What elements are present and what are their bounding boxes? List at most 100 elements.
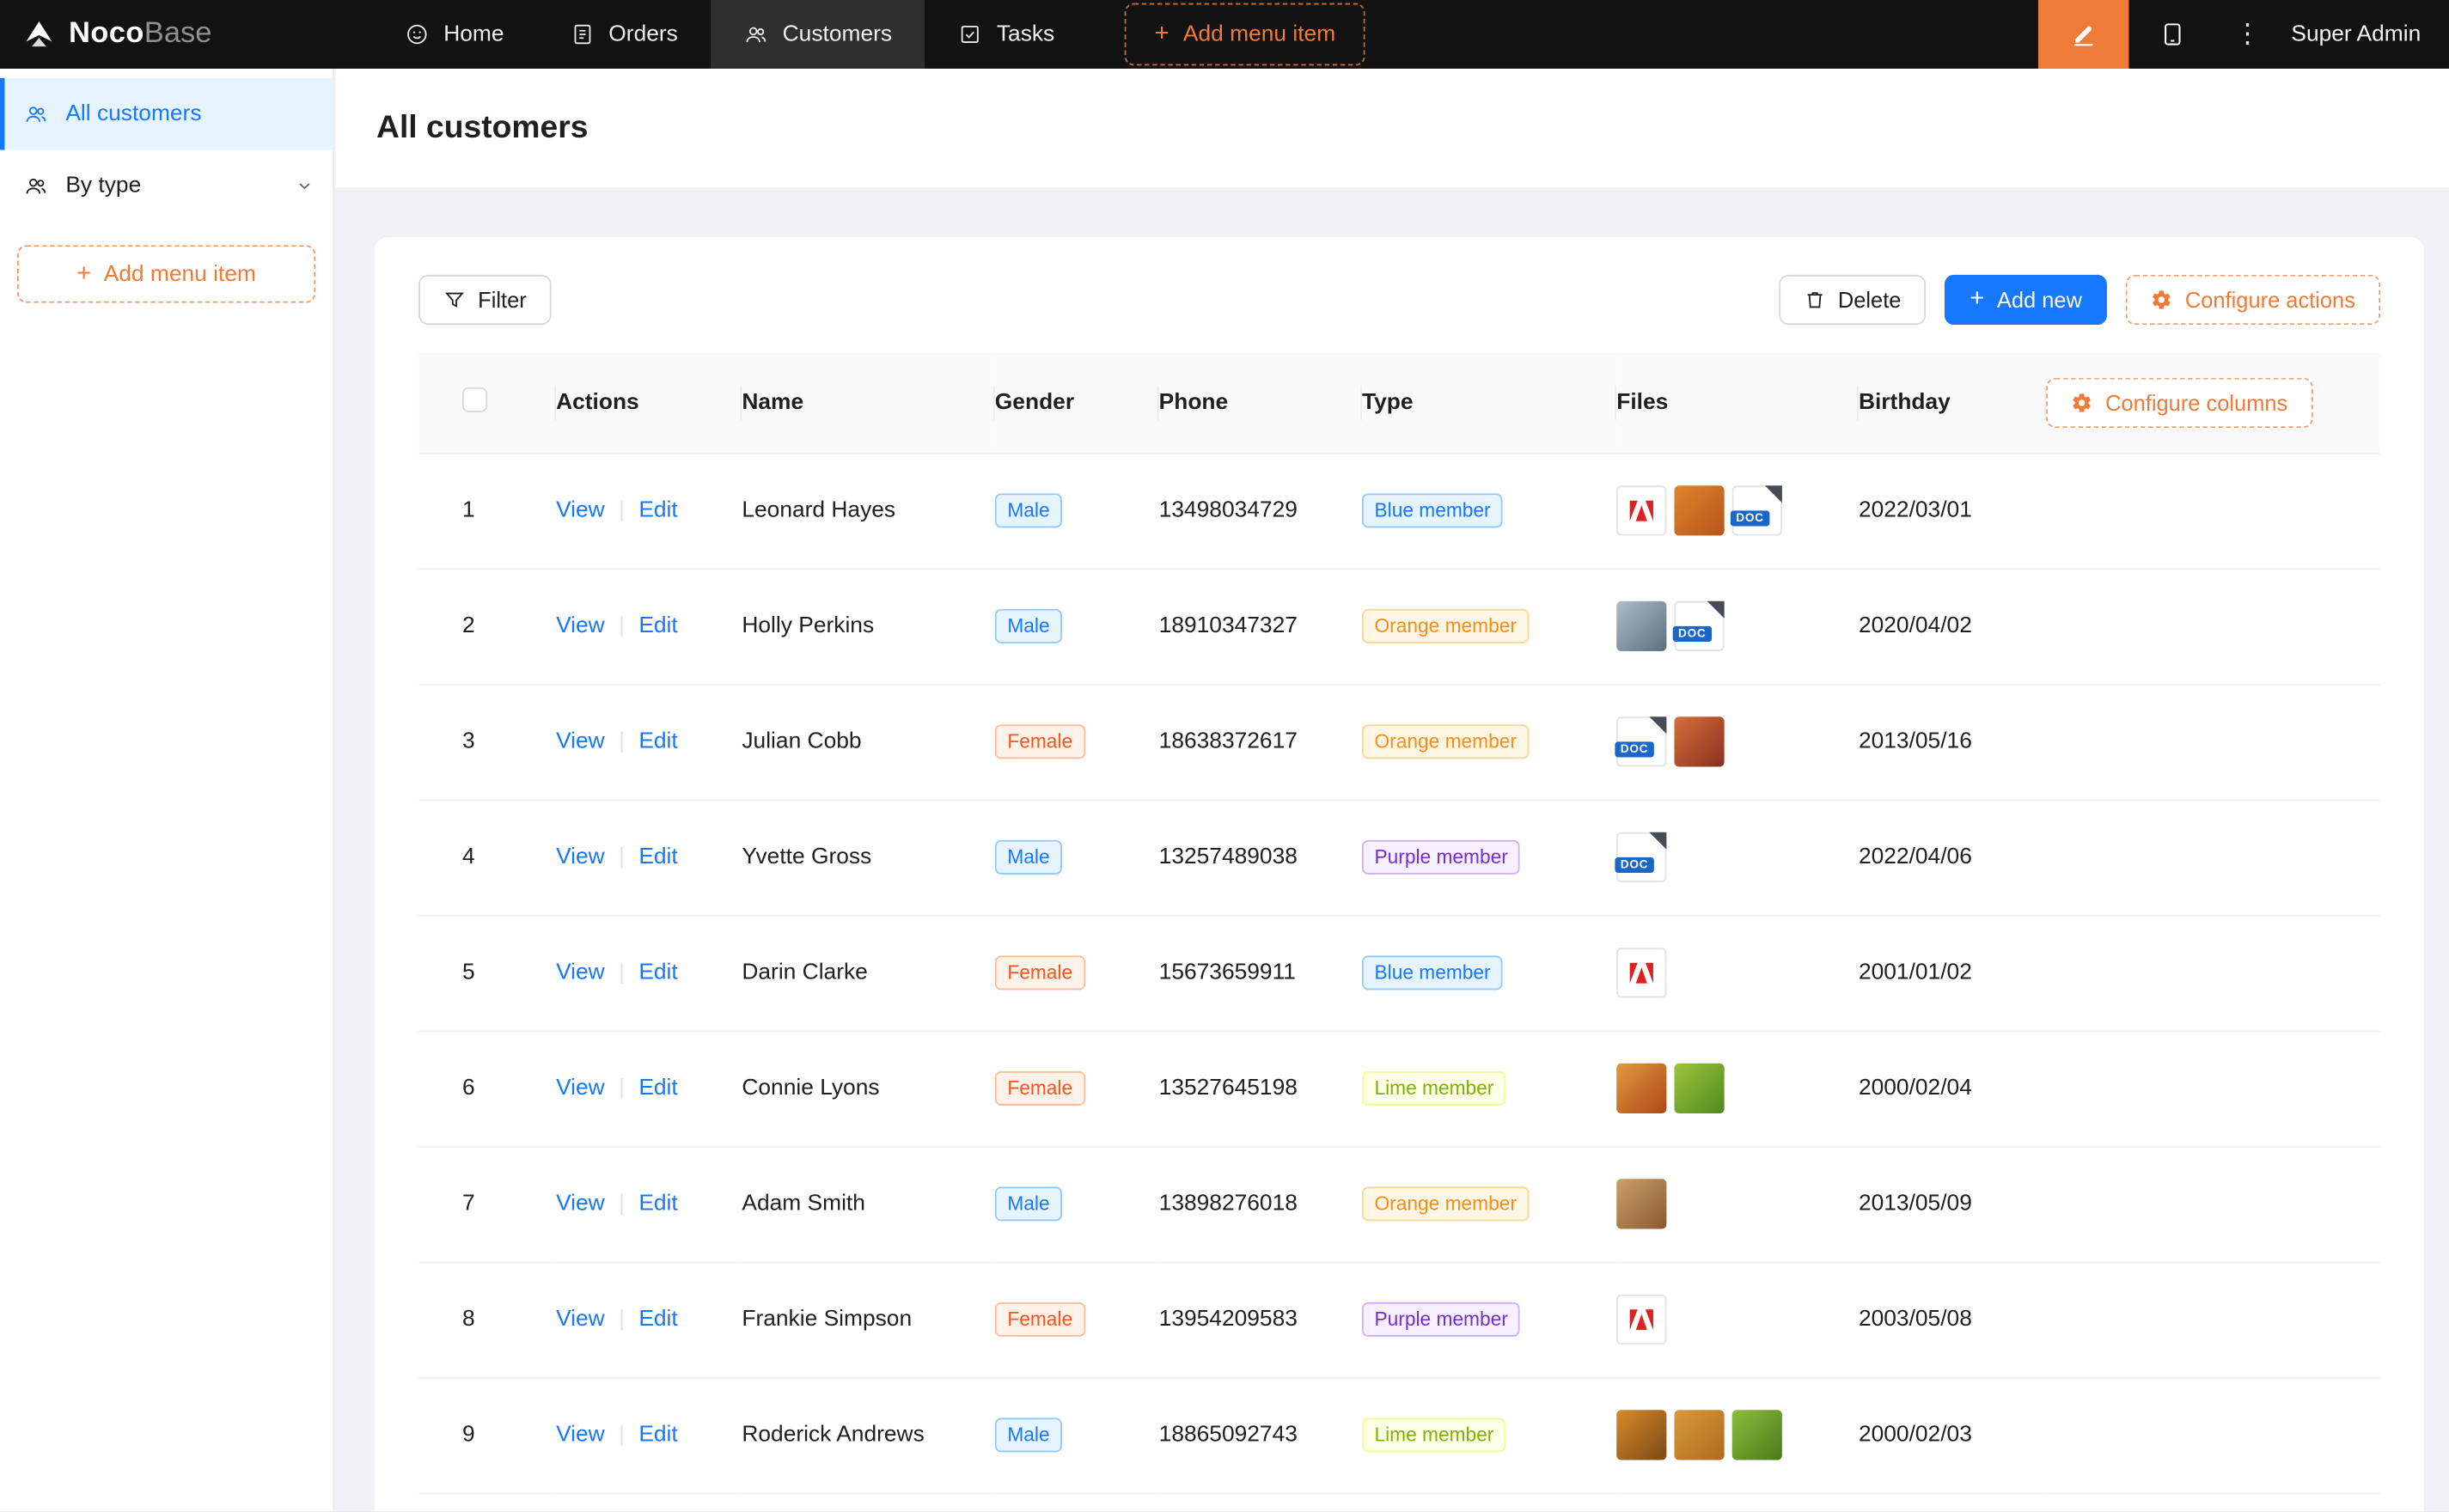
birthday-value: 2003/05/08 bbox=[1859, 1307, 1972, 1332]
edit-link[interactable]: Edit bbox=[638, 498, 677, 523]
member-type-tag: Purple member bbox=[1362, 1302, 1520, 1337]
image-thumbnail[interactable] bbox=[1732, 1410, 1782, 1460]
gender-tag: Female bbox=[995, 724, 1085, 759]
add-new-button[interactable]: + Add new bbox=[1945, 275, 2107, 325]
files-cell: DOC bbox=[1616, 485, 1846, 535]
doc-file-icon[interactable]: DOC bbox=[1616, 832, 1666, 882]
action-separator: | bbox=[619, 1423, 625, 1448]
birthday-value: 2020/04/02 bbox=[1859, 613, 1972, 638]
action-separator: | bbox=[619, 613, 625, 638]
delete-button[interactable]: Delete bbox=[1779, 275, 1927, 325]
pdf-file-icon[interactable] bbox=[1616, 485, 1666, 535]
edit-link[interactable]: Edit bbox=[638, 844, 677, 869]
customer-name: Connie Lyons bbox=[742, 1076, 879, 1100]
pdf-file-icon[interactable] bbox=[1616, 948, 1666, 997]
view-link[interactable]: View bbox=[556, 498, 605, 523]
doc-file-icon[interactable]: DOC bbox=[1674, 601, 1724, 651]
member-type-tag: Blue member bbox=[1362, 493, 1503, 527]
page-title: All customers bbox=[376, 109, 588, 147]
ui-editor-button[interactable] bbox=[2038, 0, 2128, 69]
nav-item-orders[interactable]: Orders bbox=[537, 0, 711, 69]
view-link[interactable]: View bbox=[556, 844, 605, 869]
gear-icon bbox=[2151, 289, 2172, 310]
mobile-view-button[interactable] bbox=[2128, 0, 2216, 69]
trash-icon bbox=[1804, 289, 1825, 310]
plus-icon: + bbox=[1155, 21, 1170, 46]
files-cell: DOC bbox=[1616, 832, 1846, 882]
customer-name: Frankie Simpson bbox=[742, 1307, 912, 1332]
configure-actions-button[interactable]: Configure actions bbox=[2126, 275, 2380, 325]
image-thumbnail[interactable] bbox=[1674, 485, 1724, 535]
doc-file-icon[interactable]: DOC bbox=[1616, 716, 1666, 766]
column-header-type: Type bbox=[1362, 353, 1616, 453]
edit-link[interactable]: Edit bbox=[638, 1076, 677, 1100]
member-type-tag: Blue member bbox=[1362, 955, 1503, 990]
current-user[interactable]: Super Admin bbox=[2279, 21, 2449, 46]
image-thumbnail[interactable] bbox=[1616, 601, 1666, 651]
view-link[interactable]: View bbox=[556, 1192, 605, 1216]
nav-item-tasks[interactable]: Tasks bbox=[925, 0, 1087, 69]
birthday-value: 2001/01/02 bbox=[1859, 960, 1972, 985]
customers-group-icon bbox=[23, 174, 48, 198]
image-thumbnail[interactable] bbox=[1616, 1179, 1666, 1228]
image-thumbnail[interactable] bbox=[1616, 1410, 1666, 1460]
edit-link[interactable]: Edit bbox=[638, 1423, 677, 1448]
sidebar-item-all-customers[interactable]: All customers bbox=[0, 78, 333, 150]
phone-number: 13498034729 bbox=[1159, 498, 1298, 523]
phone-number: 13527645198 bbox=[1159, 1076, 1298, 1100]
doc-file-icon[interactable]: DOC bbox=[1732, 485, 1782, 535]
pen-icon bbox=[2069, 21, 2098, 49]
gear-icon bbox=[2071, 392, 2092, 413]
nav-item-home[interactable]: Home bbox=[372, 0, 537, 69]
table-body: 1 View|Edit Leonard Hayes Male 134980347… bbox=[418, 453, 2380, 1493]
phone-number: 13954209583 bbox=[1159, 1307, 1298, 1332]
action-separator: | bbox=[619, 1076, 625, 1100]
nav-item-label: Orders bbox=[608, 21, 678, 46]
nav-add-menu-item-button[interactable]: + Add menu item bbox=[1125, 3, 1365, 66]
top-navbar: NocoBase Home Orders Customers Tasks + A… bbox=[0, 0, 2449, 69]
row-index: 9 bbox=[462, 1423, 475, 1448]
sidebar-add-menu-item-button[interactable]: + Add menu item bbox=[17, 245, 315, 302]
nav-item-label: Customers bbox=[783, 21, 892, 46]
configure-columns-button[interactable]: Configure columns bbox=[2046, 377, 2312, 427]
edit-link[interactable]: Edit bbox=[638, 1192, 677, 1216]
view-link[interactable]: View bbox=[556, 960, 605, 985]
edit-link[interactable]: Edit bbox=[638, 960, 677, 985]
edit-link[interactable]: Edit bbox=[638, 729, 677, 754]
edit-link[interactable]: Edit bbox=[638, 1307, 677, 1332]
view-link[interactable]: View bbox=[556, 613, 605, 638]
files-cell bbox=[1616, 1064, 1846, 1113]
customer-name: Adam Smith bbox=[742, 1192, 865, 1216]
image-thumbnail[interactable] bbox=[1674, 716, 1724, 766]
action-separator: | bbox=[619, 1307, 625, 1332]
table-row: 8 View|Edit Frankie Simpson Female 13954… bbox=[418, 1262, 2380, 1378]
customer-name: Darin Clarke bbox=[742, 960, 867, 985]
select-all-checkbox[interactable] bbox=[462, 387, 487, 412]
brand[interactable]: NocoBase bbox=[0, 17, 334, 52]
customers-group-icon bbox=[23, 101, 48, 126]
image-thumbnail[interactable] bbox=[1674, 1410, 1724, 1460]
plus-icon: + bbox=[1970, 287, 1984, 312]
plus-icon: + bbox=[76, 261, 91, 286]
nav-item-customers[interactable]: Customers bbox=[711, 0, 925, 69]
view-link[interactable]: View bbox=[556, 1307, 605, 1332]
view-link[interactable]: View bbox=[556, 729, 605, 754]
view-link[interactable]: View bbox=[556, 1076, 605, 1100]
sidebar-item-by-type[interactable]: By type bbox=[0, 149, 333, 222]
more-options-button[interactable]: ⋮ bbox=[2216, 0, 2279, 69]
pdf-file-icon[interactable] bbox=[1616, 1295, 1666, 1344]
sidebar-item-label: By type bbox=[65, 174, 141, 198]
edit-link[interactable]: Edit bbox=[638, 613, 677, 638]
column-header-files: Files bbox=[1616, 353, 1859, 453]
row-index: 5 bbox=[462, 960, 475, 985]
gender-tag: Male bbox=[995, 840, 1062, 875]
view-link[interactable]: View bbox=[556, 1423, 605, 1448]
image-thumbnail[interactable] bbox=[1616, 1064, 1666, 1113]
gender-tag: Male bbox=[995, 493, 1062, 527]
orders-icon bbox=[570, 21, 595, 46]
table-header-row: Actions Name Gender Phone Type Files Bir… bbox=[418, 353, 2380, 453]
top-menu: Home Orders Customers Tasks bbox=[372, 0, 1088, 69]
image-thumbnail[interactable] bbox=[1674, 1064, 1724, 1113]
filter-button[interactable]: Filter bbox=[418, 275, 552, 325]
gender-tag: Male bbox=[995, 609, 1062, 643]
